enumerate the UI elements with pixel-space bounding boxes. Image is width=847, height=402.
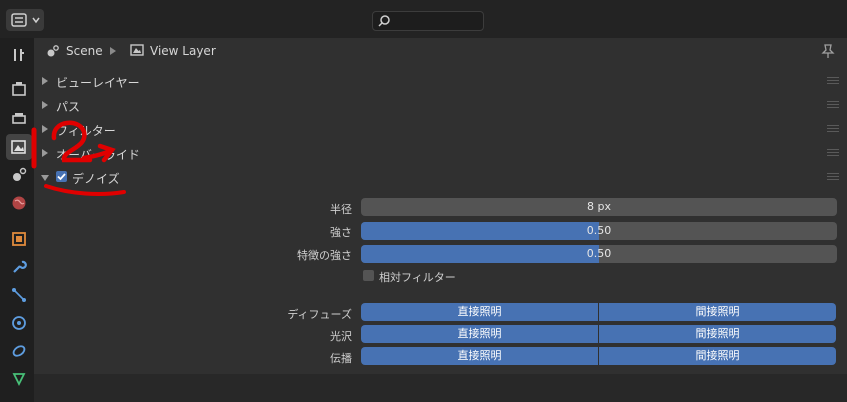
tab-particles[interactable]	[8, 284, 30, 306]
search-input[interactable]	[372, 11, 484, 31]
drag-handle-icon[interactable]	[827, 173, 839, 181]
disclosure-triangle-icon	[41, 175, 49, 181]
panel-denoise[interactable]: デノイズ	[34, 165, 847, 189]
disclosure-triangle-icon	[42, 125, 48, 133]
tab-constraints[interactable]	[8, 340, 30, 362]
view-layer-icon	[130, 44, 144, 56]
panel-label: デノイズ	[72, 172, 120, 186]
denoise-panel-body: 半径 8 px 強さ 0.50 特徴の強さ 0.50 相対フィルター ディフュー…	[34, 190, 847, 374]
strength-value: 0.50	[586, 224, 612, 237]
view-layer-icon	[11, 140, 26, 154]
diffuse-label: ディフューズ	[287, 308, 352, 321]
diffuse-toggle-group: 直接照明 間接照明	[361, 303, 837, 321]
drag-handle-icon[interactable]	[827, 77, 839, 85]
render-icon	[12, 82, 26, 96]
editor-type-button[interactable]	[6, 9, 44, 31]
panel-label: フィルター	[56, 124, 116, 138]
search-icon	[378, 15, 390, 27]
transmission-indirect-toggle[interactable]: 間接照明	[599, 347, 836, 365]
drag-handle-icon[interactable]	[827, 101, 839, 109]
constraints-icon	[12, 345, 26, 357]
checkmark-icon	[57, 173, 66, 181]
panel-label: オーバーライド	[56, 148, 140, 162]
tab-output[interactable]	[8, 108, 30, 130]
drag-handle-icon[interactable]	[827, 125, 839, 133]
transmission-label: 伝播	[330, 352, 352, 365]
wrench-icon	[13, 260, 27, 273]
scene-icon	[13, 167, 27, 181]
panel-view-layer[interactable]: ビューレイヤー	[34, 69, 847, 93]
diffuse-indirect-toggle[interactable]: 間接照明	[599, 303, 836, 321]
strength-label: 強さ	[330, 226, 352, 239]
breadcrumb-separator-icon	[110, 47, 116, 55]
tab-render[interactable]	[8, 78, 30, 100]
panel-passes[interactable]: パス	[34, 93, 847, 117]
disclosure-triangle-icon	[42, 101, 48, 109]
tab-world[interactable]	[8, 192, 30, 214]
breadcrumb-scene: Scene	[66, 44, 103, 58]
panel-filter[interactable]: フィルター	[34, 117, 847, 141]
tab-tool[interactable]	[8, 44, 30, 66]
glossy-indirect-toggle[interactable]: 間接照明	[599, 325, 836, 343]
tab-physics[interactable]	[8, 312, 30, 334]
disclosure-triangle-icon	[42, 77, 48, 85]
scene-icon	[47, 45, 59, 57]
tab-view-layer[interactable]	[6, 134, 32, 160]
radius-value: 8 px	[587, 200, 611, 213]
transmission-toggle-group: 直接照明 間接照明	[361, 347, 837, 365]
panel-override[interactable]: オーバーライド	[34, 141, 847, 165]
glossy-toggle-group: 直接照明 間接照明	[361, 325, 837, 343]
properties-editor-icon	[11, 13, 27, 27]
diffuse-direct-toggle[interactable]: 直接照明	[361, 303, 598, 321]
chevron-down-icon	[32, 17, 40, 24]
feature-strength-value: 0.50	[586, 247, 612, 260]
drag-handle-icon[interactable]	[827, 149, 839, 157]
properties-editor: Scene View Layer ビューレイヤー パス フィルター オーバーライ…	[34, 38, 847, 402]
particles-icon	[12, 288, 26, 302]
tab-scene[interactable]	[8, 164, 30, 186]
feature-strength-label: 特徴の強さ	[297, 249, 352, 262]
glossy-label: 光沢	[330, 330, 352, 343]
panel-label: ビューレイヤー	[56, 76, 140, 90]
bottom-background	[34, 374, 847, 402]
denoise-checkbox[interactable]	[56, 171, 67, 182]
breadcrumb: Scene View Layer	[34, 38, 847, 64]
output-icon	[12, 113, 26, 124]
relative-filter-checkbox[interactable]	[363, 270, 374, 281]
disclosure-triangle-icon	[42, 149, 48, 157]
world-icon	[12, 196, 26, 210]
pin-icon[interactable]	[821, 43, 835, 59]
strength-slider[interactable]: 0.50	[361, 222, 837, 240]
breadcrumb-view-layer: View Layer	[150, 44, 216, 58]
tab-object[interactable]	[8, 228, 30, 250]
properties-tab-bar	[0, 38, 34, 402]
radius-label: 半径	[330, 203, 352, 216]
relative-filter-label: 相対フィルター	[379, 271, 456, 284]
mesh-data-icon	[12, 373, 26, 387]
glossy-direct-toggle[interactable]: 直接照明	[361, 325, 598, 343]
panel-label: パス	[56, 100, 81, 114]
object-icon	[12, 232, 26, 246]
tab-data[interactable]	[8, 368, 30, 390]
physics-icon	[12, 316, 26, 330]
tool-icon	[14, 49, 24, 61]
feature-strength-slider[interactable]: 0.50	[361, 245, 837, 263]
tab-modifiers[interactable]	[8, 256, 30, 278]
radius-field[interactable]: 8 px	[361, 198, 837, 216]
properties-header	[0, 0, 847, 38]
transmission-direct-toggle[interactable]: 直接照明	[361, 347, 598, 365]
